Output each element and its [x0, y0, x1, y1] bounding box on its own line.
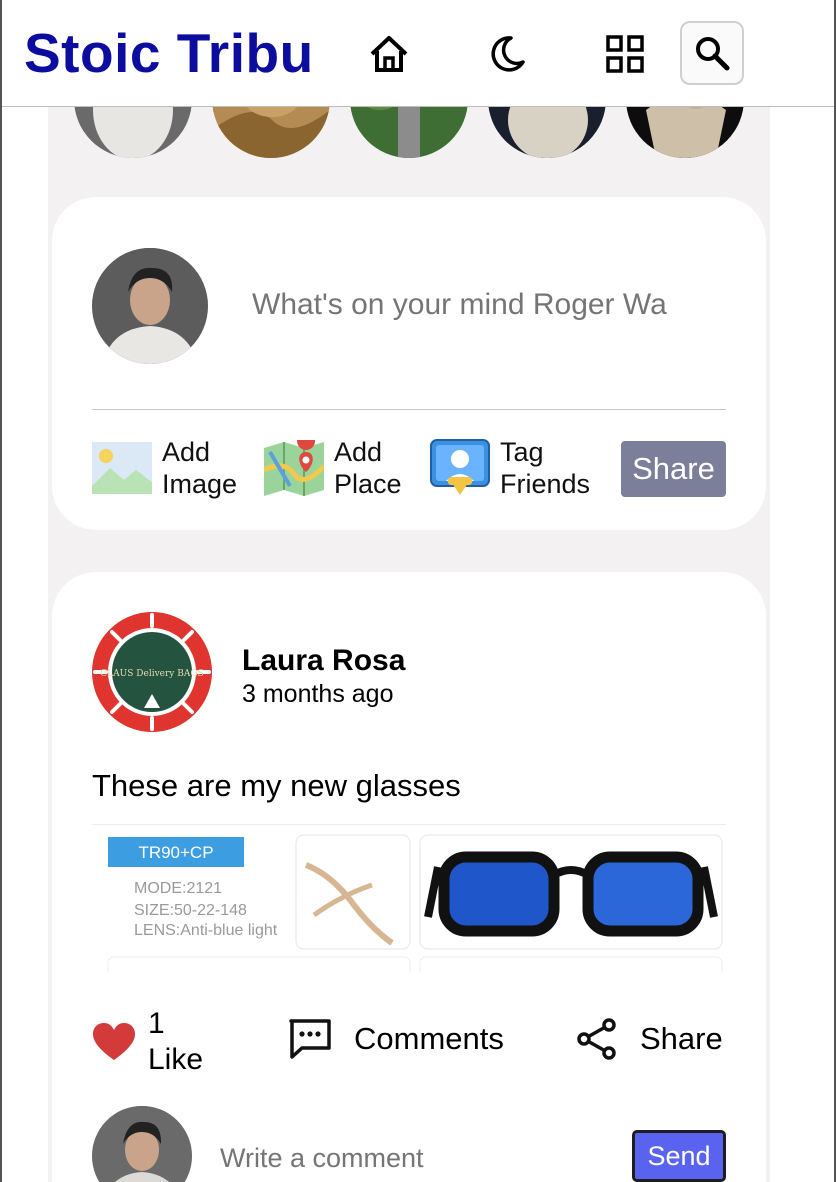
- grid-icon[interactable]: [595, 24, 655, 84]
- composer-divider: [92, 409, 726, 410]
- image-badge: TR90+CP: [138, 843, 213, 862]
- tag-friends-label: Tag Friends: [500, 437, 591, 499]
- post-card: CLAUS Delivery BAGS Laura Rosa 3 months …: [52, 572, 766, 1182]
- brand-logo[interactable]: Stoic Tribu: [24, 22, 314, 84]
- like-count-label: 1 Like: [148, 1007, 204, 1076]
- share-button[interactable]: Share: [576, 1018, 723, 1060]
- post-timestamp: 3 months ago: [242, 680, 394, 708]
- image-icon: [92, 442, 152, 494]
- app-frame: Stoic Tribu What's on your mind Roger Wa…: [0, 0, 836, 1182]
- comment-icon: [289, 1019, 331, 1059]
- comments-label: Comments: [354, 1021, 504, 1056]
- author-name[interactable]: Laura Rosa: [242, 644, 405, 678]
- top-navbar: Stoic Tribu: [2, 0, 834, 107]
- add-image-label: Add Image: [162, 437, 238, 499]
- comments-button[interactable]: Comments: [288, 1018, 504, 1060]
- search-button[interactable]: [680, 21, 744, 85]
- post-text: These are my new glasses: [92, 768, 461, 803]
- tag-friends-button[interactable]: Tag Friends: [430, 437, 590, 499]
- moon-icon[interactable]: [477, 24, 537, 84]
- image-spec-size: SIZE:50-22-148: [134, 902, 247, 919]
- home-icon[interactable]: [359, 24, 419, 84]
- heart-icon: [93, 1023, 135, 1060]
- image-spec-mode: MODE:2121: [134, 880, 222, 897]
- tag-friends-icon: [430, 439, 490, 495]
- post-reactions: 1 Like Comments Share: [92, 1002, 732, 1082]
- map-icon: [264, 440, 324, 496]
- add-image-button[interactable]: Add Image: [92, 437, 237, 499]
- post-image[interactable]: TR90+CP MODE:2121 SIZE:50-22-148 LENS:An…: [92, 824, 726, 972]
- author-logo-text: CLAUS Delivery BAGS: [100, 669, 203, 679]
- share-label: Share: [640, 1021, 723, 1056]
- send-button[interactable]: Send: [632, 1130, 726, 1182]
- search-icon: [696, 37, 730, 71]
- author-avatar[interactable]: CLAUS Delivery BAGS: [92, 612, 212, 732]
- share-post-button[interactable]: Share: [621, 441, 726, 497]
- add-place-label: Add Place: [334, 437, 402, 499]
- like-button[interactable]: 1 Like: [92, 1006, 203, 1078]
- image-spec-lens: LENS:Anti-blue light: [134, 922, 278, 939]
- user-avatar[interactable]: [92, 248, 208, 364]
- status-input[interactable]: [252, 283, 684, 327]
- add-place-button[interactable]: Add Place: [264, 437, 402, 499]
- comment-input[interactable]: [220, 1138, 620, 1178]
- share-icon: [577, 1018, 616, 1060]
- post-composer: Add Image Add Place: [52, 197, 766, 530]
- commenter-avatar[interactable]: [92, 1106, 192, 1182]
